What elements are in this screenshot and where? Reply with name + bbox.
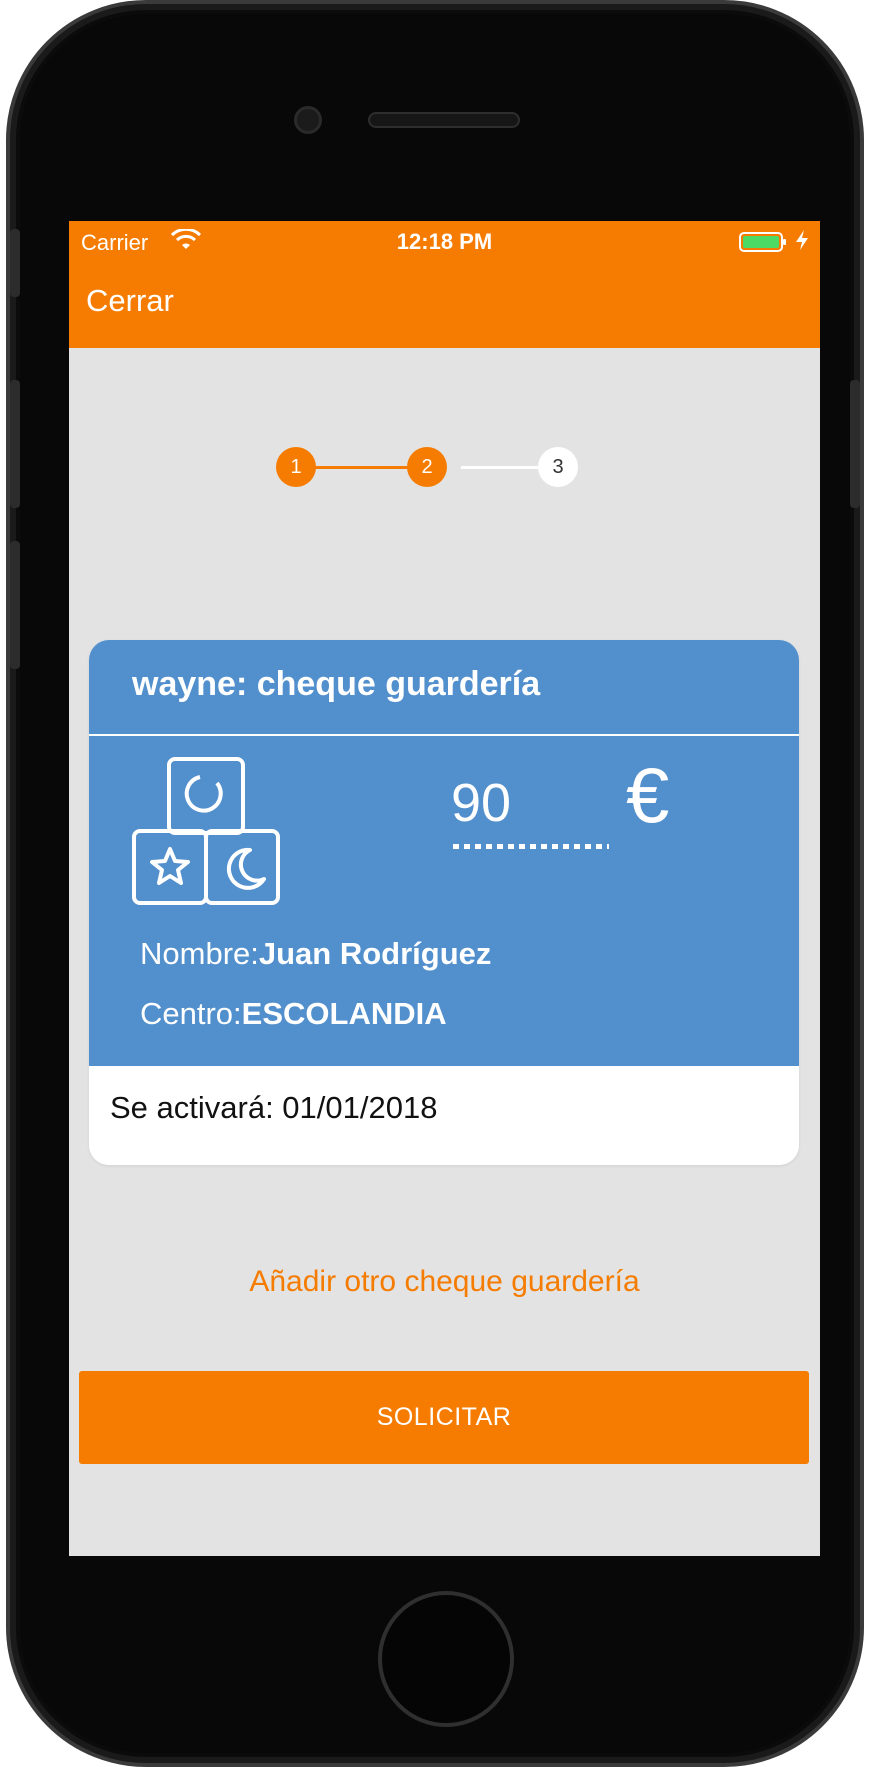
amount-underline	[453, 844, 609, 849]
earpiece-speaker	[368, 112, 520, 128]
step-2-indicator: 2	[407, 447, 447, 487]
volume-up-button	[10, 380, 20, 508]
voucher-card-header: wayne: cheque guardería 90 € Nombre:Juan	[89, 640, 799, 1066]
phone-frame: Carrier 12:18 PM Cerrar 1 2 3 wayne: che…	[6, 0, 864, 1767]
step-1-indicator: 1	[276, 447, 316, 487]
voucher-title: wayne: cheque guardería	[132, 665, 541, 703]
mute-switch	[10, 229, 20, 297]
submit-button[interactable]: SOLICITAR	[79, 1371, 809, 1464]
voucher-card: wayne: cheque guardería 90 € Nombre:Juan	[89, 640, 799, 1165]
add-voucher-link[interactable]: Añadir otro cheque guardería	[69, 1265, 820, 1299]
app-screen: Carrier 12:18 PM Cerrar 1 2 3 wayne: che…	[69, 221, 820, 1556]
euro-symbol: €	[626, 751, 670, 839]
activation-date: Se activará: 01/01/2018	[110, 1090, 438, 1125]
card-divider	[89, 734, 799, 736]
voucher-card-footer: Se activará: 01/01/2018	[89, 1066, 799, 1165]
amount-input[interactable]: 90	[451, 758, 611, 849]
close-button[interactable]: Cerrar	[86, 283, 174, 319]
name-value: Juan Rodríguez	[258, 936, 492, 971]
navigation-bar: Cerrar	[69, 261, 820, 348]
status-time: 12:18 PM	[396, 229, 493, 254]
status-bar: Carrier 12:18 PM	[69, 221, 820, 261]
power-button	[850, 380, 860, 508]
step-3-indicator: 3	[538, 447, 578, 487]
battery-icon	[739, 232, 786, 252]
home-button[interactable]	[378, 1591, 514, 1727]
front-camera	[294, 106, 322, 134]
name-label: Nombre:	[140, 936, 259, 971]
center-label: Centro:	[140, 996, 242, 1031]
name-row: Nombre:Juan Rodríguez	[140, 936, 491, 972]
center-row: Centro:ESCOLANDIA	[140, 996, 447, 1032]
charging-icon	[796, 230, 808, 250]
amount-value: 90	[451, 773, 512, 833]
center-value: ESCOLANDIA	[241, 996, 447, 1031]
toy-blocks-icon	[132, 757, 280, 905]
progress-stepper: 1 2 3	[276, 447, 582, 489]
volume-down-button	[10, 541, 20, 669]
